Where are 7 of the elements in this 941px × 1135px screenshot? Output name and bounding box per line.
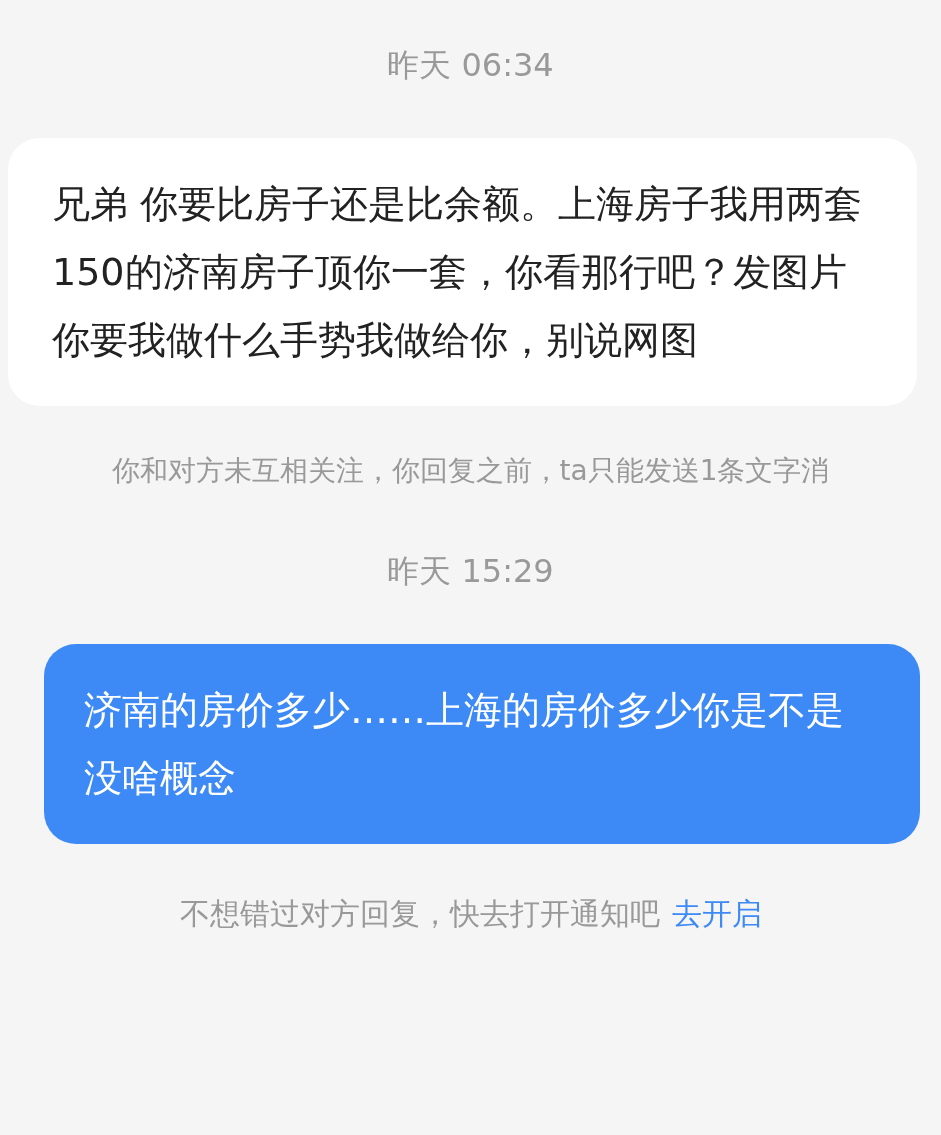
message-bubble: 兄弟 你要比房子还是比余额。上海房子我用两套150的济南房子顶你一套，你看那行吧？发图片你要我做什么手势我做给你，别说网图 — [8, 138, 917, 406]
timestamp: 昨天 06:34 — [387, 45, 554, 86]
system-notice: 你和对方未互相关注，你回复之前，ta只能发送1条文字消 — [111, 453, 830, 489]
enable-link[interactable]: 去开启 — [671, 894, 762, 935]
timestamp: 昨天 15:29 — [387, 551, 554, 592]
notification-prompt: 不想错过对方回复，快去打开通知吧 — [179, 895, 660, 933]
message-bubble: 济南的房价多少……上海的房价多少你是不是没啥概念 — [44, 644, 920, 844]
